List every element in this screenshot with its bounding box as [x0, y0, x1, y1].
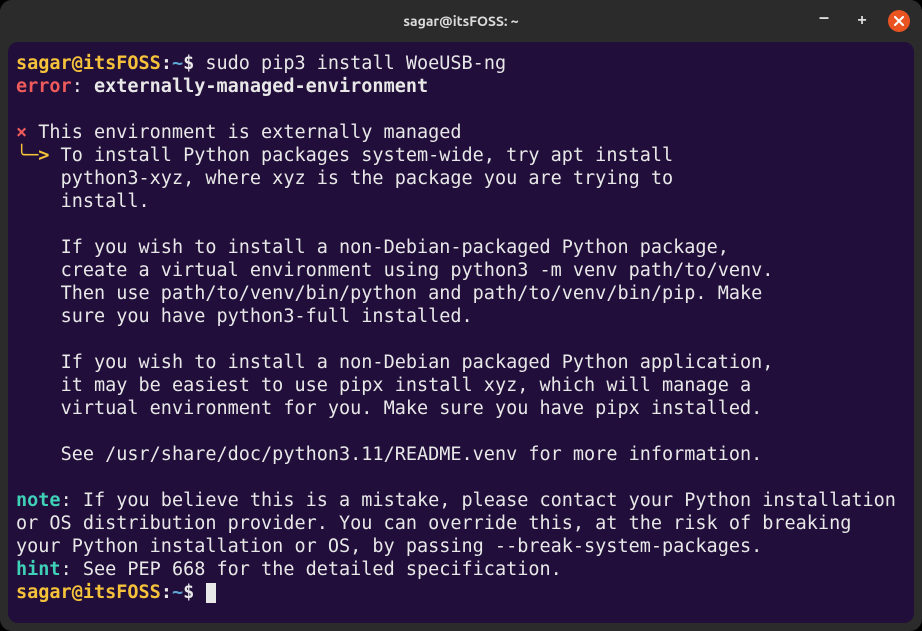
cursor: [206, 583, 216, 603]
note-colon: :: [61, 490, 83, 511]
error-label: error: [16, 76, 72, 97]
hint-label: hint: [16, 559, 61, 580]
output-text: virtual environment for you. Make sure y…: [16, 398, 762, 419]
output-text: [16, 214, 61, 235]
window-title: sagar@itsFOSS: ~: [403, 13, 518, 29]
hint-colon: :: [61, 559, 83, 580]
prompt-dollar: $: [183, 53, 194, 74]
prompt-colon: :: [161, 53, 172, 74]
output-text: If you wish to install a non-Debian pack…: [16, 352, 773, 373]
output-text: Then use path/to/venv/bin/python and pat…: [16, 283, 762, 304]
terminal-output[interactable]: sagar@itsFOSS:~$ sudo pip3 install WoeUS…: [8, 42, 914, 623]
output-text: sure you have python3-full installed.: [16, 306, 473, 327]
command-text: sudo pip3 install WoeUSB-ng: [194, 53, 506, 74]
cross-icon: ×: [16, 122, 27, 143]
output-text: install.: [16, 191, 150, 212]
prompt-user: sagar: [16, 53, 72, 74]
arrow-icon: ╰─>: [16, 145, 49, 166]
output-text: This environment is externally managed: [27, 122, 461, 143]
output-text: To install Python packages system-wide, …: [49, 145, 673, 166]
minimize-button[interactable]: –: [812, 9, 836, 33]
terminal-window: sagar@itsFOSS: ~ – + sagar@itsFOSS:~$ su…: [0, 0, 922, 631]
close-button[interactable]: [888, 10, 910, 32]
window-controls: – +: [812, 9, 910, 33]
prompt-host: itsFOSS: [83, 582, 161, 603]
prompt-path: ~: [172, 53, 183, 74]
prompt-path: ~: [172, 582, 183, 603]
output-text: create a virtual environment using pytho…: [16, 260, 773, 281]
output-text: See /usr/share/doc/python3.11/README.ven…: [16, 444, 762, 465]
note-label: note: [16, 490, 61, 511]
prompt-at: @: [72, 53, 83, 74]
hint-text: See PEP 668 for the detailed specificati…: [83, 559, 562, 580]
output-text: python3-xyz, where xyz is the package yo…: [16, 168, 673, 189]
titlebar: sagar@itsFOSS: ~ – +: [0, 0, 922, 42]
output-text: [16, 421, 61, 442]
prompt-host: itsFOSS: [83, 53, 161, 74]
prompt-colon: :: [161, 582, 172, 603]
prompt-user: sagar: [16, 582, 72, 603]
maximize-button[interactable]: +: [850, 9, 874, 33]
error-message: externally-managed-environment: [94, 76, 428, 97]
note-text: If you believe this is a mistake, please…: [16, 490, 907, 557]
output-text: [16, 329, 61, 350]
prompt-at: @: [72, 582, 83, 603]
output-text: If you wish to install a non-Debian-pack…: [16, 237, 729, 258]
prompt-dollar: $: [183, 582, 194, 603]
close-icon: [894, 16, 904, 26]
output-text: it may be easiest to use pipx install xy…: [16, 375, 751, 396]
error-colon: :: [72, 76, 94, 97]
